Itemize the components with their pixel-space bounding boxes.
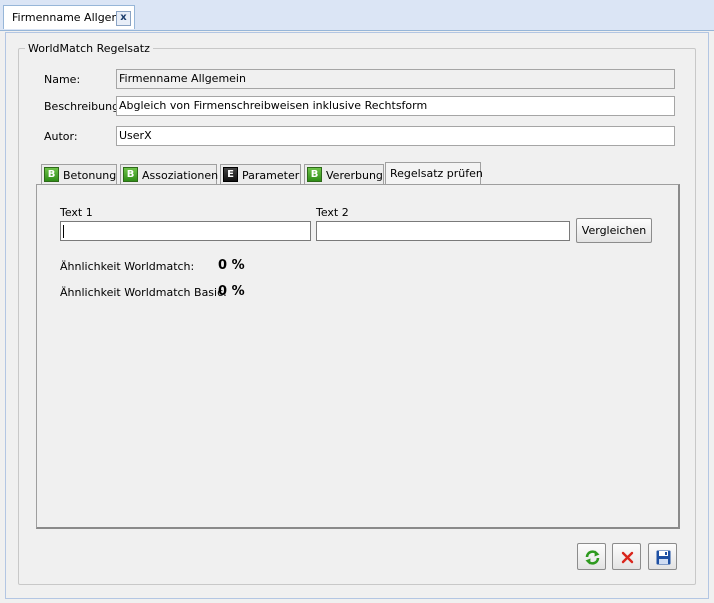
name-label: Name:: [44, 73, 81, 86]
b-badge-icon: B: [123, 167, 138, 182]
text1-label: Text 1: [60, 206, 93, 219]
save-icon: [656, 550, 671, 565]
similarity-worldmatch-value: 0 %: [218, 258, 245, 273]
save-button[interactable]: [648, 543, 677, 570]
refresh-icon: [585, 550, 600, 565]
similarity-basic-label: Ähnlichkeit Worldmatch Basic:: [60, 286, 227, 299]
b-badge-icon: B: [44, 167, 59, 182]
close-icon: [621, 551, 634, 564]
tab-assoziationen[interactable]: B Assoziationen: [120, 164, 219, 185]
tab-label: Vererbung: [326, 169, 383, 182]
group-legend: WorldMatch Regelsatz: [28, 42, 150, 55]
text2-input[interactable]: [316, 221, 570, 241]
text1-input[interactable]: [60, 221, 311, 241]
document-tab[interactable]: Firmenname Allgemein x: [3, 5, 135, 29]
autor-field[interactable]: UserX: [116, 126, 675, 146]
beschreibung-label: Beschreibung:: [44, 100, 123, 113]
tab-label: Regelsatz prüfen: [390, 167, 483, 180]
similarity-worldmatch-label: Ähnlichkeit Worldmatch:: [60, 260, 195, 273]
text-caret: [63, 225, 64, 238]
b-badge-icon: B: [307, 167, 322, 182]
cancel-button[interactable]: [612, 543, 641, 570]
name-field[interactable]: Firmenname Allgemein: [116, 69, 675, 89]
autor-label: Autor:: [44, 130, 78, 143]
close-tab-button[interactable]: x: [116, 11, 131, 26]
tab-label: Betonung: [63, 169, 117, 182]
refresh-button[interactable]: [577, 543, 606, 570]
document-tab-title: Firmenname Allgemein: [12, 11, 120, 24]
text2-label: Text 2: [316, 206, 349, 219]
tab-label: Parameter: [242, 169, 300, 182]
e-badge-icon: E: [223, 167, 238, 182]
tab-parameter[interactable]: E Parameter: [220, 164, 301, 185]
tab-label: Assoziationen: [142, 169, 219, 182]
tab-regelsatz-pruefen[interactable]: Regelsatz prüfen: [385, 162, 483, 185]
tab-betonung[interactable]: B Betonung: [41, 164, 117, 185]
similarity-basic-value: 0 %: [218, 284, 245, 299]
document-tabstrip: Firmenname Allgemein x: [0, 0, 714, 31]
vergleichen-button[interactable]: Vergleichen: [576, 218, 652, 243]
beschreibung-field[interactable]: Abgleich von Firmenschreibweisen inklusi…: [116, 96, 675, 116]
tab-vererbung[interactable]: B Vererbung: [304, 164, 384, 185]
